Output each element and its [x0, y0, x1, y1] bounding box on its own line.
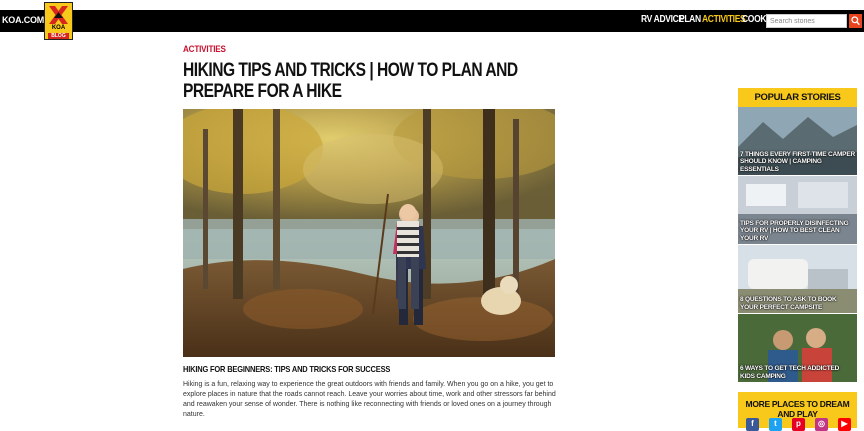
- article-title: HIKING TIPS AND TRICKS | HOW TO PLAN AND…: [183, 60, 518, 102]
- nav-rv-advice[interactable]: RV ADVICE: [641, 14, 684, 25]
- pinterest-icon[interactable]: p: [792, 418, 805, 431]
- story-card-tech-kids[interactable]: 6 WAYS TO GET TECH ADDICTED KIDS CAMPING: [738, 314, 857, 382]
- story-title: 6 WAYS TO GET TECH ADDICTED KIDS CAMPING: [740, 365, 840, 380]
- top-navigation-bar: KOA.COM RV ADVICE PLAN ACTIVITIES COOK: [0, 10, 864, 32]
- nav-plan[interactable]: PLAN: [679, 14, 701, 25]
- logo-koa-text: KOA: [51, 25, 66, 31]
- article-subheading: HIKING FOR BEGINNERS: TIPS AND TRICKS FO…: [183, 364, 391, 374]
- popular-stories-sidebar: POPULAR STORIES 7 THINGS EVERY FIRST-TIM…: [738, 88, 857, 383]
- logo-blog-text: BLOG: [48, 33, 69, 39]
- story-card-campsite-questions[interactable]: 8 QUESTIONS TO ASK TO BOOK YOUR PERFECT …: [738, 245, 857, 313]
- story-card-disinfecting-rv[interactable]: TIPS FOR PROPERLY DISINFECTING YOUR RV |…: [738, 176, 857, 244]
- koa-x-logo-icon: [49, 6, 68, 24]
- more-places-heading: MORE PLACES TO DREAM AND PLAY: [745, 399, 850, 419]
- more-places-box: MORE PLACES TO DREAM AND PLAY f t p ◎ ▶: [738, 392, 857, 431]
- story-title: 8 QUESTIONS TO ASK TO BOOK YOUR PERFECT …: [740, 296, 837, 311]
- hero-image-family-hiking: [183, 109, 555, 357]
- koa-blog-logo[interactable]: KOA BLOG: [44, 2, 73, 40]
- nav-activities[interactable]: ACTIVITIES: [702, 14, 746, 25]
- story-title: 7 THINGS EVERY FIRST-TIME CAMPER SHOULD …: [740, 150, 855, 173]
- facebook-icon[interactable]: f: [746, 418, 759, 431]
- magnifier-icon: [851, 16, 860, 26]
- popular-stories-heading: POPULAR STORIES: [738, 88, 857, 107]
- article-category-link[interactable]: ACTIVITIES: [183, 44, 226, 54]
- story-card-first-time-camper[interactable]: 7 THINGS EVERY FIRST-TIME CAMPER SHOULD …: [738, 107, 857, 175]
- nav-cook[interactable]: COOK: [742, 14, 766, 25]
- instagram-icon[interactable]: ◎: [815, 418, 828, 431]
- article-body-paragraph: Hiking is a fun, relaxing way to experie…: [183, 381, 556, 418]
- twitter-icon[interactable]: t: [769, 418, 782, 431]
- youtube-icon[interactable]: ▶: [838, 418, 851, 431]
- search-button[interactable]: [849, 14, 862, 28]
- search-input[interactable]: [766, 14, 847, 28]
- koa-com-link[interactable]: KOA.COM: [2, 15, 44, 25]
- story-title: TIPS FOR PROPERLY DISINFECTING YOUR RV |…: [740, 219, 849, 242]
